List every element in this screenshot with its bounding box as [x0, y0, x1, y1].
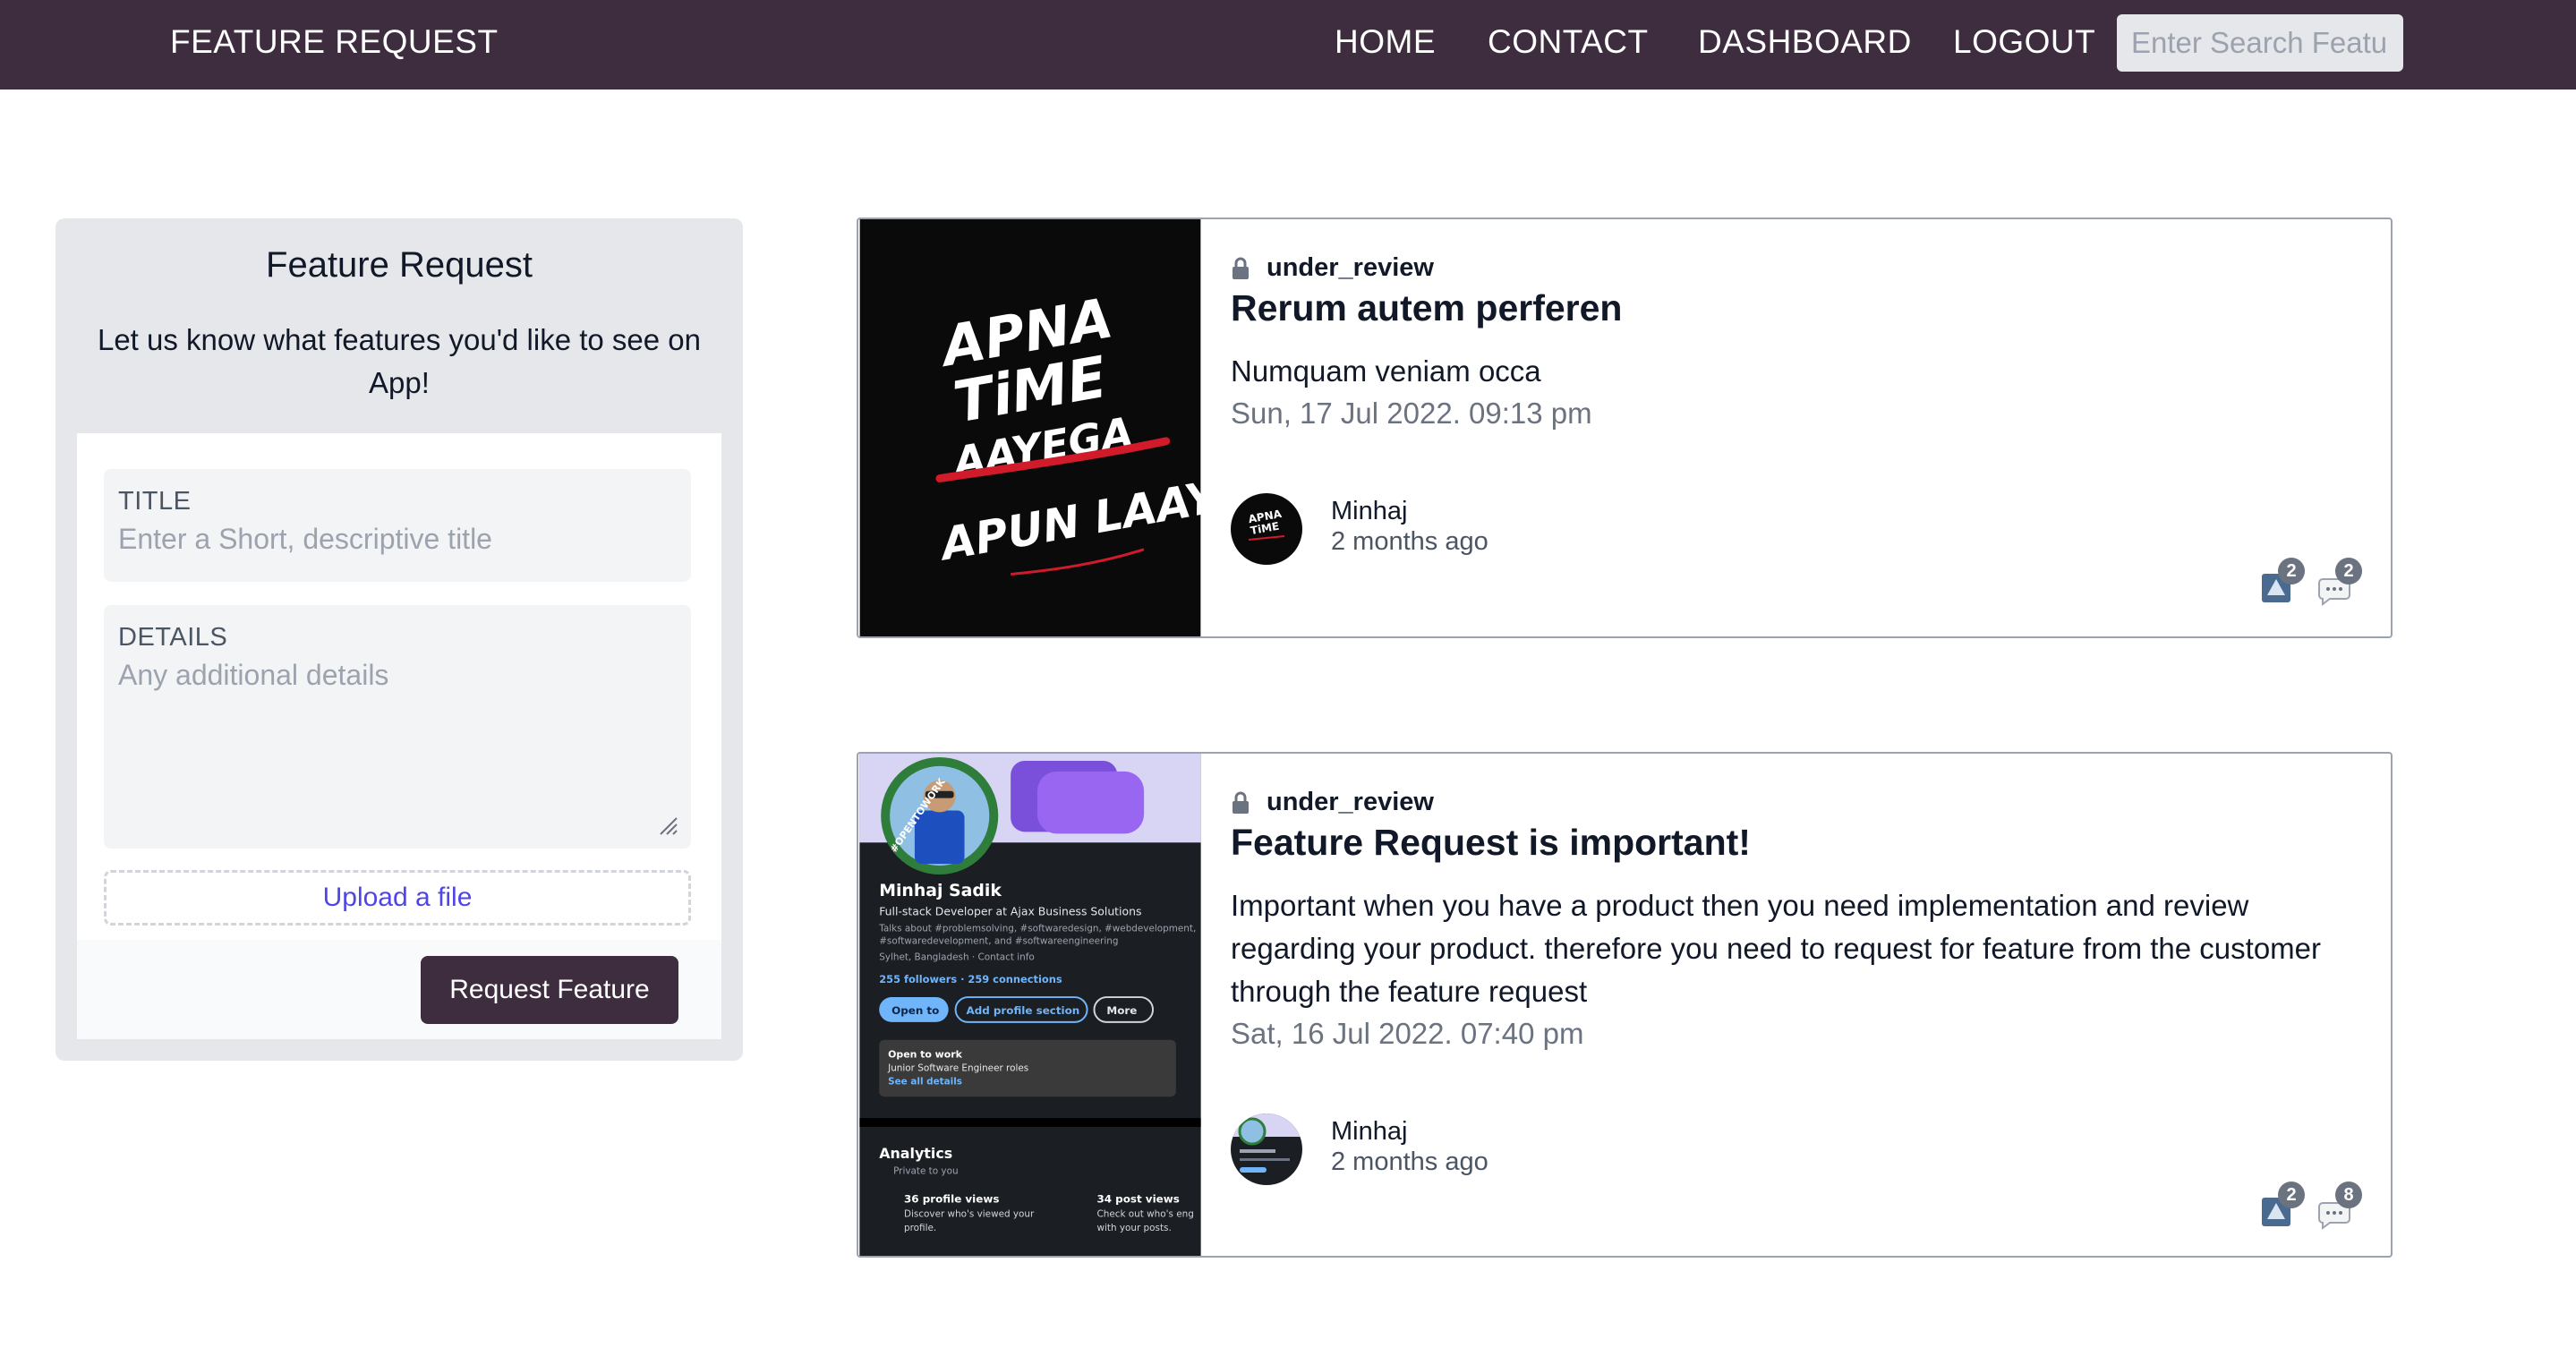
title-input[interactable] — [118, 523, 673, 556]
feature-image: #OPENTOWORK Minhaj Sadik Full-stack Deve… — [859, 754, 1201, 1256]
lock-icon — [1233, 257, 1249, 279]
details-textarea[interactable] — [118, 659, 673, 829]
form-subtitle: Let us know what features you'd like to … — [97, 323, 702, 399]
post-description: Numquam veniam occa — [1231, 354, 1541, 388]
vote-count-badge: 2 — [2278, 1182, 2305, 1208]
author-avatar[interactable]: APNA TiME — [1231, 493, 1302, 565]
otw-role: Junior Software Engineer roles — [887, 1062, 1028, 1073]
feature-image: APNA TiME AAYEGA APUN LAAYEGA — [859, 219, 1202, 636]
post-description: Important when you have a product then y… — [1231, 889, 2322, 1008]
status-text: under_review — [1267, 253, 1434, 282]
brand-title[interactable]: FEATURE REQUEST — [170, 23, 499, 61]
analytics-private: Private to you — [893, 1166, 958, 1177]
analytics-views-sub: Discover who's viewed your — [904, 1208, 1035, 1219]
vote-count-badge: 2 — [2278, 558, 2305, 584]
card-body: under_review Feature Request is importan… — [1231, 754, 2373, 1256]
post-time-ago: 2 months ago — [1331, 1148, 1488, 1176]
post-title[interactable]: Rerum autem perferen — [1231, 287, 1622, 329]
form-body: TITLE DETAILS Upload a file Request Feat… — [77, 433, 721, 1039]
profile-talks: Talks about #problemsolving, #softwarede… — [878, 924, 1196, 934]
nav-contact-link[interactable]: CONTACT — [1488, 23, 1649, 61]
title-label: TITLE — [118, 487, 192, 516]
analytics-posts-sub-2: with your posts. — [1096, 1223, 1171, 1233]
post-date: Sun, 17 Jul 2022. 09:13 pm — [1231, 397, 1592, 430]
profile-talks-2: #softwaredevelopment, and #softwareengin… — [879, 935, 1118, 946]
request-feature-button[interactable]: Request Feature — [421, 956, 678, 1024]
status-badge: under_review — [1231, 788, 1434, 817]
analytics-title: Analytics — [879, 1145, 952, 1162]
search-input[interactable] — [2117, 14, 2403, 72]
nav-logout-link[interactable]: LOGOUT — [1953, 23, 2095, 61]
title-field[interactable]: TITLE — [104, 469, 691, 582]
feature-card[interactable]: APNA TiME AAYEGA APUN LAAYEGA under_revi… — [857, 218, 2393, 638]
analytics-posts-sub: Check out who's eng — [1096, 1208, 1193, 1219]
comment-count-badge: 2 — [2335, 558, 2362, 584]
lock-icon — [1233, 791, 1249, 814]
top-navbar: FEATURE REQUEST HOME CONTACT DASHBOARD L… — [0, 0, 2576, 90]
feature-card[interactable]: #OPENTOWORK Minhaj Sadik Full-stack Deve… — [857, 752, 2393, 1258]
profile-more-button: More — [1106, 1004, 1137, 1017]
analytics-profile-views: 36 profile views — [904, 1192, 999, 1205]
otw-link: See all details — [888, 1076, 962, 1087]
card-body: under_review Rerum autem perferen Numqua… — [1231, 219, 2373, 636]
comment-count-badge: 8 — [2335, 1182, 2362, 1208]
analytics-post-views: 34 post views — [1096, 1192, 1179, 1205]
profile-stats: 255 followers · 259 connections — [879, 973, 1062, 985]
post-date: Sat, 16 Jul 2022. 07:40 pm — [1231, 1017, 1584, 1050]
status-text: under_review — [1267, 788, 1434, 816]
author-avatar[interactable] — [1231, 1113, 1302, 1185]
upload-file-button[interactable]: Upload a file — [104, 870, 691, 926]
author-name: Minhaj — [1331, 1117, 1408, 1146]
details-field[interactable]: DETAILS — [104, 605, 691, 849]
status-badge: under_review — [1231, 253, 1434, 283]
nav-dashboard-link[interactable]: DASHBOARD — [1698, 23, 1912, 61]
author-name: Minhaj — [1331, 497, 1408, 525]
post-title[interactable]: Feature Request is important! — [1231, 822, 1751, 864]
profile-headline: Full-stack Developer at Ajax Business So… — [879, 905, 1141, 918]
resize-grip-icon[interactable] — [657, 815, 678, 836]
profile-name: Minhaj Sadik — [879, 881, 1002, 900]
details-label: DETAILS — [118, 623, 228, 652]
form-title: Feature Request — [266, 245, 533, 285]
otw-title: Open to work — [888, 1049, 962, 1061]
profile-open-to-button: Open to — [891, 1004, 939, 1017]
profile-add-section-button: Add profile section — [967, 1004, 1080, 1017]
analytics-views-sub-2: profile. — [904, 1223, 936, 1233]
feature-request-form: Feature Request Let us know what feature… — [55, 218, 743, 1061]
nav-home-link[interactable]: HOME — [1335, 23, 1436, 61]
profile-location: Sylhet, Bangladesh · Contact info — [879, 951, 1035, 962]
post-time-ago: 2 months ago — [1331, 527, 1488, 556]
